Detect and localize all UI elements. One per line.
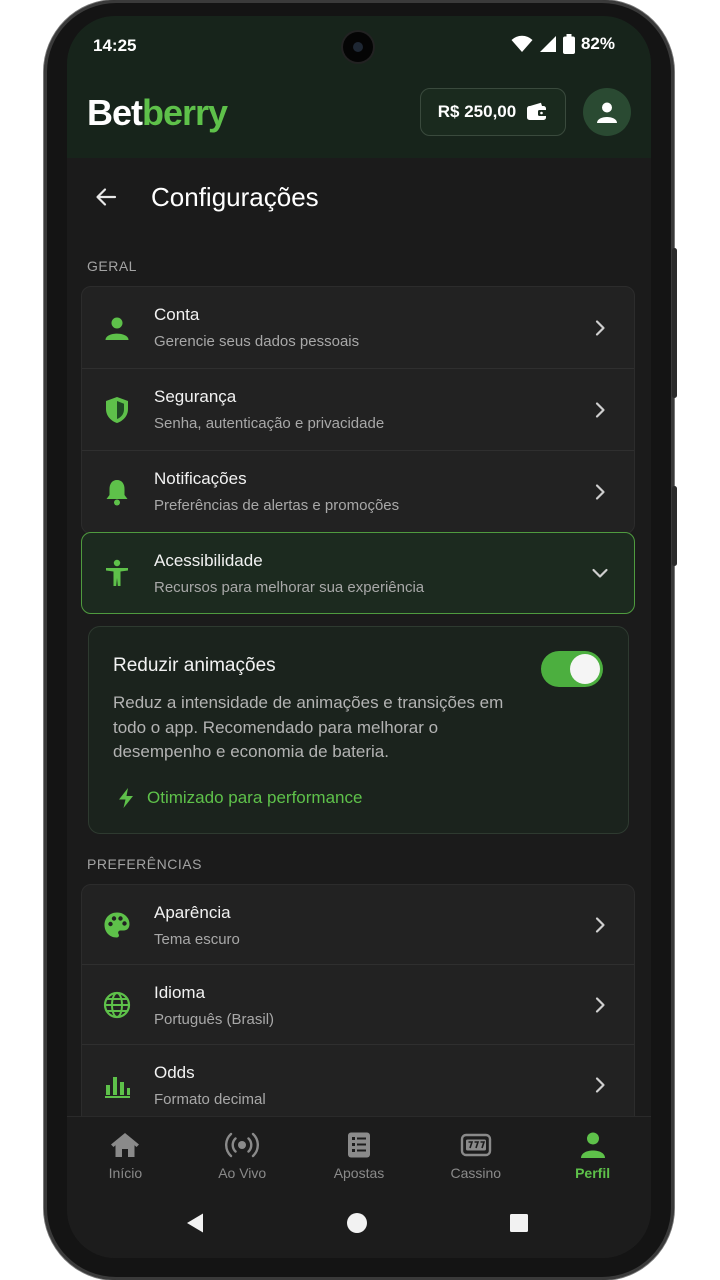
reduce-animations-title: Reduzir animações [113, 655, 276, 676]
settings-row-security[interactable]: Segurança Senha, autenticação e privacid… [82, 369, 634, 451]
settings-row-accessibility[interactable]: Acessibilidade Recursos para melhorar su… [81, 532, 635, 614]
nav-label: Ao Vivo [218, 1165, 267, 1181]
battery-icon [562, 34, 575, 54]
betslip-icon [347, 1132, 370, 1158]
row-subtitle: Gerencie seus dados pessoais [154, 333, 360, 350]
slot-icon [460, 1133, 491, 1157]
wifi-icon [511, 35, 533, 52]
brand-logo[interactable]: Betberry [87, 92, 228, 134]
page-title: Configurações [151, 182, 319, 212]
user-avatar-icon [597, 102, 617, 123]
nav-item-profile[interactable]: Perfil [534, 1117, 651, 1196]
row-title: Acessibilidade [154, 551, 263, 570]
row-subtitle: Senha, autenticação e privacidade [154, 415, 385, 432]
battery-level: 82% [580, 34, 615, 53]
performance-hint: Otimizado para performance [117, 787, 362, 809]
screen: 14:25 82% Betberry R$ 250,00 Configuraçõ… [67, 16, 651, 1258]
balance-button[interactable]: R$ 250,00 [420, 88, 566, 136]
live-icon [225, 1132, 260, 1158]
settings-row-odds[interactable]: Odds Formato decimal [82, 1045, 634, 1125]
volume-button [672, 248, 677, 398]
system-navigation-bar [67, 1196, 651, 1258]
reduce-animations-toggle[interactable] [541, 651, 603, 687]
general-settings-card: Conta Gerencie seus dados pessoais Segur… [81, 286, 635, 534]
row-title: Conta [154, 305, 200, 324]
nav-item-bets[interactable]: Apostas [301, 1117, 418, 1196]
chart-icon [102, 1070, 132, 1100]
lightning-icon [119, 788, 133, 808]
chevron-right-icon [595, 996, 605, 1013]
wallet-icon [527, 102, 548, 120]
section-label-general: GERAL [87, 258, 137, 274]
nav-item-home[interactable]: Início [67, 1117, 184, 1196]
bottom-navigation: Início Ao Vivo Apostas Cassino Perfil [67, 1116, 651, 1196]
home-icon [111, 1133, 140, 1157]
recents-square-icon[interactable] [509, 1213, 529, 1233]
shield-icon [102, 395, 132, 425]
chevron-right-icon [595, 401, 605, 418]
back-button[interactable] [89, 180, 123, 214]
chevron-right-icon [595, 1077, 605, 1093]
row-title: Notificações [154, 469, 247, 488]
nav-label: Perfil [575, 1165, 611, 1181]
globe-icon [102, 990, 132, 1020]
nav-label: Apostas [333, 1165, 385, 1181]
chevron-right-icon [595, 916, 605, 933]
reduce-animations-panel: Reduzir animações Reduz a intensidade de… [88, 626, 629, 834]
performance-hint-text: Otimizado para performance [147, 788, 363, 807]
status-icons: 82% [511, 34, 615, 54]
settings-row-account[interactable]: Conta Gerencie seus dados pessoais [82, 287, 634, 369]
chevron-right-icon [595, 319, 605, 336]
nav-item-casino[interactable]: Cassino [417, 1117, 534, 1196]
power-button [672, 486, 677, 566]
palette-icon [102, 910, 132, 940]
page-title-bar: Configurações [67, 166, 651, 230]
row-subtitle: Recursos para melhorar sua experiência [154, 579, 425, 596]
row-title: Aparência [154, 903, 231, 922]
row-subtitle: Preferências de alertas e promoções [154, 497, 400, 514]
row-title: Odds [154, 1063, 195, 1082]
accessibility-icon [102, 558, 132, 588]
home-circle-icon[interactable] [346, 1212, 368, 1234]
settings-row-notifications[interactable]: Notificações Preferências de alertas e p… [82, 451, 634, 533]
signal-icon [539, 36, 556, 52]
row-subtitle: Tema escuro [154, 931, 240, 948]
preferences-card: Aparência Tema escuro Idioma Português (… [81, 884, 635, 1144]
bell-icon [102, 477, 132, 507]
app-header: 14:25 82% Betberry R$ 250,00 [67, 16, 651, 158]
nav-item-live[interactable]: Ao Vivo [184, 1117, 301, 1196]
back-triangle-icon[interactable] [185, 1212, 205, 1234]
settings-row-language[interactable]: Idioma Português (Brasil) [82, 965, 634, 1045]
section-label-preferences: PREFERÊNCIAS [87, 856, 202, 872]
chevron-down-icon [592, 568, 608, 578]
brand-logo-part: Bet [87, 92, 143, 133]
arrow-left-icon [96, 188, 117, 206]
brand-logo-part: berry [142, 92, 228, 133]
front-camera [343, 32, 373, 62]
row-title: Segurança [154, 387, 237, 406]
nav-label: Cassino [450, 1165, 502, 1181]
row-title: Idioma [154, 983, 206, 1002]
nav-label: Início [108, 1165, 143, 1181]
status-time: 14:25 [93, 36, 137, 55]
user-icon [102, 313, 132, 343]
avatar[interactable] [583, 88, 631, 136]
reduce-animations-description: Reduz a intensidade de animações e trans… [113, 693, 504, 761]
balance-amount: R$ 250,00 [437, 102, 517, 121]
row-subtitle: Formato decimal [154, 1091, 266, 1108]
settings-row-appearance[interactable]: Aparência Tema escuro [82, 885, 634, 965]
chevron-right-icon [595, 484, 605, 500]
profile-icon [580, 1132, 605, 1158]
row-subtitle: Português (Brasil) [154, 1011, 275, 1028]
